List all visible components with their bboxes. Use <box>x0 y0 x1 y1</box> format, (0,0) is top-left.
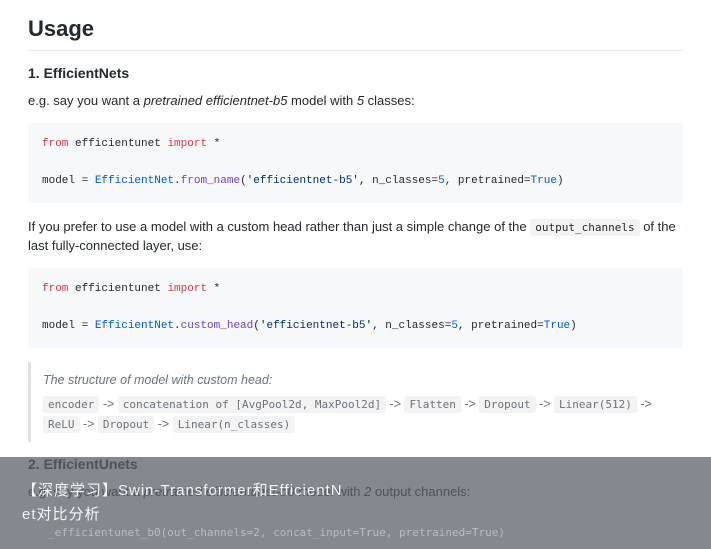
class-name: EfficientNet <box>95 320 174 332</box>
kw-import: import <box>167 138 207 150</box>
code-text: . <box>174 320 181 332</box>
kw-from: from <box>42 283 68 295</box>
arrow: -> <box>386 397 404 411</box>
q-token: encoder <box>43 396 99 413</box>
quote-body: encoder -> concatenation of [AvgPool2d, … <box>43 394 671 434</box>
q-token: Dropout <box>98 416 154 433</box>
code-text: ( <box>240 175 247 187</box>
q-token: Linear(512) <box>554 396 637 413</box>
text: model with <box>287 93 356 108</box>
bool-arg: True <box>544 320 570 332</box>
heading-usage: Usage <box>28 16 683 51</box>
code-text: , n_classes= <box>359 175 438 187</box>
code-text: * <box>207 283 220 295</box>
fn-name: custom_head <box>181 320 254 332</box>
string-arg: 'efficientnet-b5' <box>247 175 359 187</box>
bool-arg: True <box>531 175 557 187</box>
code-text: model = <box>42 175 95 187</box>
q-token: ReLU <box>43 416 80 433</box>
blockquote-structure: The structure of model with custom head:… <box>28 362 683 442</box>
num-arg: 5 <box>438 175 445 187</box>
q-token: Dropout <box>479 396 535 413</box>
code-text: ( <box>253 320 260 332</box>
code-text: ) <box>557 175 564 187</box>
kw-from: from <box>42 138 68 150</box>
heading-efficientnets: 1. EfficientNets <box>28 65 683 81</box>
em-count: 5 <box>357 93 364 108</box>
text: If you prefer to use a model with a cust… <box>28 219 530 234</box>
quote-heading: The structure of model with custom head: <box>43 370 671 390</box>
code-text: model = <box>42 320 95 332</box>
code-text: efficientunet <box>68 138 167 150</box>
code-text: * <box>207 138 220 150</box>
code-block-1: from efficientunet import * model = Effi… <box>28 123 683 203</box>
q-token: Linear(n_classes) <box>173 416 296 433</box>
q-token: concatenation of [AvgPool2d, MaxPool2d] <box>118 396 386 413</box>
arrow: -> <box>154 417 172 431</box>
inline-code: output_channels <box>530 219 639 236</box>
para-custom-head: If you prefer to use a model with a cust… <box>28 217 683 256</box>
em-model: pretrained efficientnet-b5 <box>144 93 288 108</box>
para-intro-1: e.g. say you want a pretrained efficient… <box>28 91 683 111</box>
arrow: -> <box>80 417 98 431</box>
code-text: , pretrained= <box>458 320 544 332</box>
arrow: -> <box>536 397 554 411</box>
overlay-ghost-code: _efficientunet_b0(out_channels=2, concat… <box>48 526 505 539</box>
text: classes: <box>364 93 415 108</box>
code-text: , n_classes= <box>372 320 451 332</box>
code-text: efficientunet <box>68 283 167 295</box>
overlay-title-line1: 【深度学习】Swin-Transformer和EfficientN <box>22 479 711 503</box>
overlay-title-line2: et对比分析 <box>22 503 711 527</box>
num-arg: 5 <box>451 320 458 332</box>
code-text: ) <box>570 320 577 332</box>
q-token: Flatten <box>404 396 460 413</box>
arrow: -> <box>461 397 479 411</box>
text: e.g. say you want a <box>28 93 144 108</box>
arrow: -> <box>637 397 652 411</box>
kw-import: import <box>167 283 207 295</box>
code-text: . <box>174 175 181 187</box>
code-text: , pretrained= <box>445 175 531 187</box>
code-block-2: from efficientunet import * model = Effi… <box>28 268 683 348</box>
class-name: EfficientNet <box>95 175 174 187</box>
document-body: Usage 1. EfficientNets e.g. say you want… <box>0 0 711 529</box>
arrow: -> <box>99 397 117 411</box>
string-arg: 'efficientnet-b5' <box>260 320 372 332</box>
fn-name: from_name <box>181 175 240 187</box>
overlay-banner: 【深度学习】Swin-Transformer和EfficientN et对比分析… <box>0 457 711 549</box>
